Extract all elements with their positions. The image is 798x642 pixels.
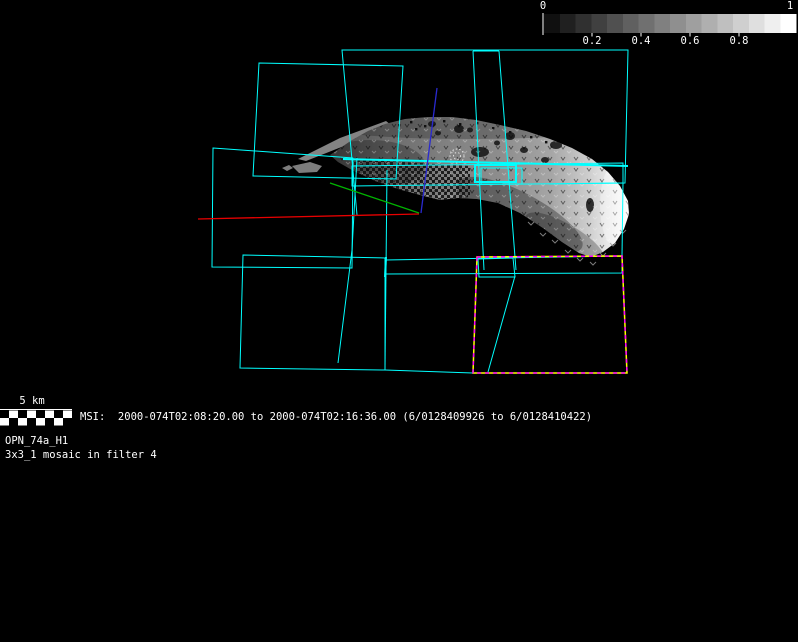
colorbar-segment (576, 14, 592, 33)
surface-fleck (505, 124, 507, 126)
colorbar-segment (717, 14, 733, 33)
colorbar-tick-label: 0.2 (583, 36, 602, 47)
colorbar-tick-label: 0.6 (681, 36, 700, 47)
surface-mark (540, 233, 546, 236)
surface-mark (577, 258, 583, 261)
surface-mark (590, 262, 596, 265)
asteroid-fragment (282, 165, 293, 171)
colorbar-segment (639, 14, 655, 33)
surface-fleck (468, 117, 470, 119)
status-mosaic-desc: 3x3_1 mosaic in filter 4 (5, 450, 157, 461)
scalebar-cell (63, 411, 72, 419)
colorbar-segment (544, 14, 560, 33)
scalebar-cell (36, 418, 45, 426)
scalebar-cell (45, 411, 54, 419)
scalebar-cell (27, 411, 36, 419)
status-opnav-id: OPN_74a_H1 (5, 436, 68, 447)
colorbar-max-label: 1 (787, 1, 793, 12)
surface-fleck (430, 113, 432, 115)
colorbar-segment (591, 14, 607, 33)
footprint-bottom-right-edge (488, 276, 515, 372)
colorbar-segment (623, 14, 639, 33)
surface-mark (528, 222, 534, 225)
status-msi-time-range: MSI: 2000-074T02:08:20.00 to 2000-074T02… (80, 412, 592, 423)
colorbar-segment (733, 14, 749, 33)
asteroid-fragment (292, 162, 322, 173)
scalebar-cell (0, 418, 9, 426)
app-window: 0 1 0.2 0.4 0.6 0.8 5 km MSI: 2000-074T0… (0, 0, 798, 642)
colorbar (543, 13, 797, 37)
bottom-edge-extension (385, 370, 473, 373)
scalebar (0, 410, 72, 426)
colorbar-tick-label: 0.8 (730, 36, 749, 47)
colorbar-segment (686, 14, 702, 33)
colorbar-segment (670, 14, 686, 33)
visualization-canvas[interactable] (0, 0, 798, 642)
colorbar-segment (765, 14, 781, 33)
scalebar-label: 5 km (19, 396, 44, 407)
colorbar-segment (607, 14, 623, 33)
surface-mark (565, 250, 571, 253)
limb-highlight (600, 163, 632, 247)
x-axis-red (198, 214, 419, 219)
colorbar-tick-label: 0.4 (632, 36, 651, 47)
colorbar-min-label: 0 (540, 1, 546, 12)
scalebar-cell (54, 418, 63, 426)
colorbar-segment (560, 14, 576, 33)
colorbar-segment (780, 14, 796, 33)
colorbar-segment (749, 14, 765, 33)
surface-mark (552, 240, 558, 243)
footprint-left (212, 148, 353, 268)
scalebar-cell (9, 411, 18, 419)
colorbar-segment (702, 14, 718, 33)
footprint-bottom-left (240, 255, 385, 370)
scalebar-cell (18, 418, 27, 426)
colorbar-segment (654, 14, 670, 33)
asteroid-eros (282, 113, 632, 273)
